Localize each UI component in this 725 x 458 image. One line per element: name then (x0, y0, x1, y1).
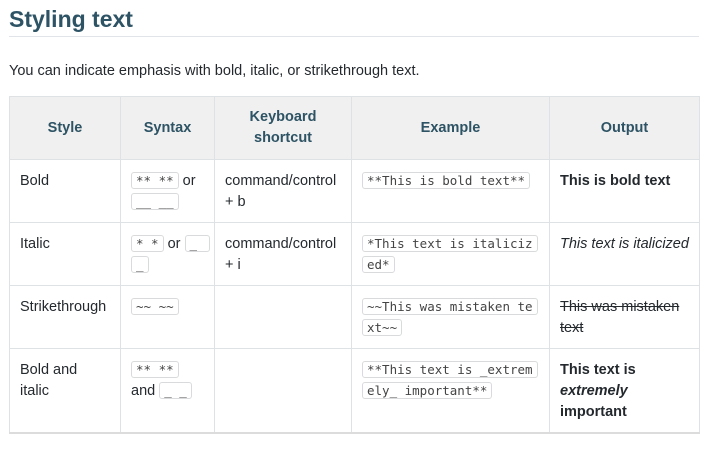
column-header-style: Style (9, 96, 121, 160)
column-header-example: Example (351, 96, 550, 160)
output-text-post: important (560, 404, 627, 420)
example-cell: ~~This was mistaken text~~ (351, 285, 550, 349)
style-cell: Italic (9, 222, 121, 286)
syntax-joiner: and (131, 383, 156, 399)
syntax-joiner: or (182, 173, 196, 189)
example-code: **This text is _extremely_ important** (362, 361, 538, 399)
syntax-code-alt: __ __ (131, 193, 179, 210)
heading-divider (9, 36, 699, 37)
syntax-code: ** ** (131, 172, 179, 189)
shortcut-cell (214, 348, 352, 433)
example-cell: **This text is _extremely_ important** (351, 348, 550, 433)
column-header-syntax: Syntax (120, 96, 215, 160)
syntax-code-alt: _ _ (159, 382, 192, 399)
shortcut-cell: command/control + b (214, 159, 352, 223)
example-cell: *This text is italicized* (351, 222, 550, 286)
example-code: ~~This was mistaken text~~ (362, 298, 538, 336)
syntax-cell: ~~ ~~ (120, 285, 215, 349)
output-cell: This text is italicized (549, 222, 700, 286)
table-row: Strikethrough ~~ ~~ ~~This was mistaken … (9, 285, 700, 349)
table-header-row: Style Syntax Keyboard shortcut Example O… (9, 96, 700, 160)
syntax-joiner: or (167, 236, 181, 252)
style-cell: Bold and italic (9, 348, 121, 433)
column-header-shortcut: Keyboard shortcut (214, 96, 352, 160)
column-header-output: Output (549, 96, 700, 160)
shortcut-cell: command/control + i (214, 222, 352, 286)
intro-text: You can indicate emphasis with bold, ita… (9, 63, 420, 79)
syntax-cell: * * or _ _ (120, 222, 215, 286)
table-row: Bold and italic ** ** and _ _ **This tex… (9, 348, 700, 433)
table-row: Bold ** ** or __ __ command/control + b … (9, 159, 700, 223)
style-cell: Bold (9, 159, 121, 223)
table-row: Italic * * or _ _ command/control + i *T… (9, 222, 700, 286)
output-cell: This is bold text (549, 159, 700, 223)
syntax-code: * * (131, 235, 164, 252)
syntax-cell: ** ** or __ __ (120, 159, 215, 223)
syntax-code: ** ** (131, 361, 179, 378)
shortcut-cell (214, 285, 352, 349)
output-text-pre: This text is (560, 362, 636, 378)
style-cell: Strikethrough (9, 285, 121, 349)
output-text-emphasis: extremely (560, 383, 628, 399)
output-cell: This was mistaken text (549, 285, 700, 349)
example-cell: **This is bold text** (351, 159, 550, 223)
output-cell: This text is extremely important (549, 348, 700, 433)
example-code: **This is bold text** (362, 172, 531, 189)
syntax-cell: ** ** and _ _ (120, 348, 215, 433)
example-code: *This text is italicized* (362, 235, 538, 273)
syntax-code: ~~ ~~ (131, 298, 179, 315)
page-heading: Styling text (9, 6, 133, 32)
styling-table: Style Syntax Keyboard shortcut Example O… (9, 96, 700, 434)
